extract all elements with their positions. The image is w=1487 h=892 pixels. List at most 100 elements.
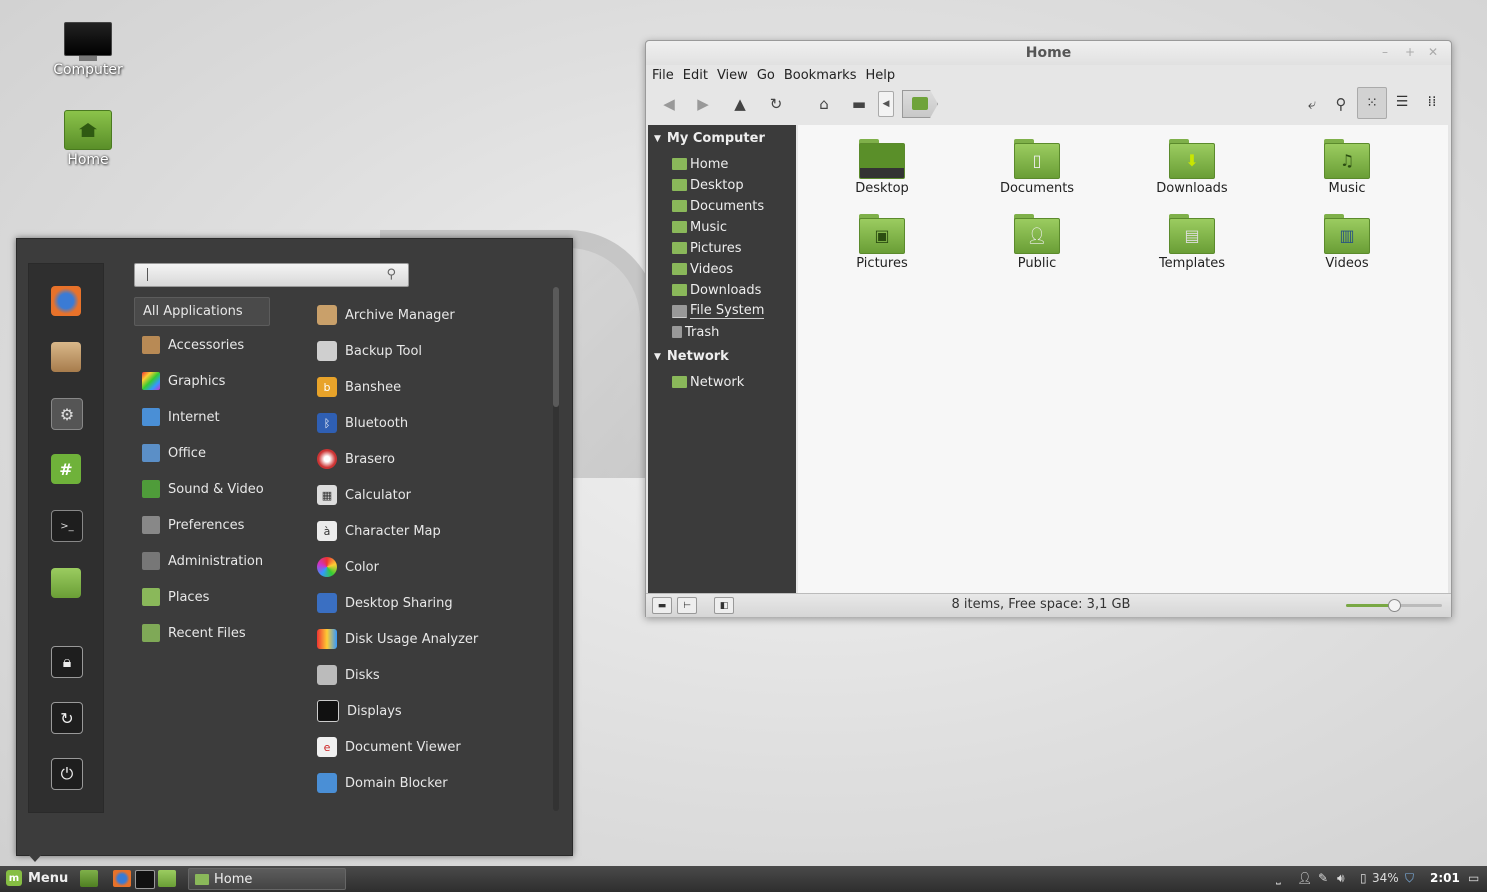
documents-folder-icon: ▯	[1014, 139, 1060, 179]
home-icon[interactable]: ⌂	[813, 94, 835, 114]
desktop-icon-home[interactable]: Home	[43, 110, 133, 168]
up-icon[interactable]: ▲	[729, 94, 751, 114]
app-bluetooth[interactable]: ᛒ Bluetooth	[317, 409, 408, 437]
menu-go[interactable]: Go	[757, 68, 781, 83]
folder-icon[interactable]	[51, 568, 81, 598]
network-icon[interactable]: ✎	[1318, 871, 1328, 885]
app-character-map[interactable]: à Character Map	[317, 517, 441, 545]
terminal-icon[interactable]: >_	[51, 510, 83, 542]
category-preferences[interactable]: Preferences	[134, 511, 268, 539]
file-item-downloads[interactable]: ⬇ Downloads	[1132, 139, 1252, 196]
volume-icon[interactable]: 🔊︎	[1337, 871, 1345, 886]
clock[interactable]: 2:01	[1430, 871, 1460, 885]
pictures-folder-icon: ▣	[859, 214, 905, 254]
sidebar-item-downloads[interactable]: Downloads	[672, 280, 761, 300]
app-banshee[interactable]: b Banshee	[317, 373, 401, 401]
icon-view-button[interactable]: ⁙	[1357, 87, 1387, 119]
firefox-launcher-icon[interactable]	[113, 870, 131, 887]
forward-icon[interactable]: ▶	[692, 94, 714, 114]
sidebar-item-desktop[interactable]: Desktop	[672, 175, 744, 195]
sidebar-item-documents[interactable]: Documents	[672, 196, 764, 216]
desktop-icon-computer[interactable]: Computer	[43, 22, 133, 78]
reload-icon[interactable]: ↻	[765, 94, 787, 114]
file-item-music[interactable]: ♫ Music	[1287, 139, 1407, 196]
file-item-templates[interactable]: ▤ Templates	[1132, 214, 1252, 271]
app-backup-tool[interactable]: Backup Tool	[317, 337, 422, 365]
battery-icon[interactable]: ▯	[1360, 871, 1367, 885]
apps-scrollbar[interactable]	[553, 287, 559, 811]
app-disks[interactable]: Disks	[317, 661, 380, 689]
category-recent-files[interactable]: Recent Files	[134, 619, 268, 647]
category-administration[interactable]: Administration	[134, 547, 268, 575]
app-archive-manager[interactable]: Archive Manager	[317, 301, 455, 329]
category-places[interactable]: Places	[134, 583, 268, 611]
public-folder-icon: 👤︎	[1014, 214, 1060, 254]
sidebar-item-home[interactable]: Home	[672, 154, 728, 174]
file-item-public[interactable]: 👤︎ Public	[977, 214, 1097, 271]
terminal-launcher-icon[interactable]	[135, 870, 155, 889]
file-item-documents[interactable]: ▯ Documents	[977, 139, 1097, 196]
zoom-slider[interactable]	[1346, 599, 1442, 612]
menu-file[interactable]: File	[652, 68, 680, 83]
taskbar-item-home[interactable]: Home	[188, 868, 346, 890]
close-button[interactable]: ✕	[1428, 45, 1438, 59]
category-internet[interactable]: Internet	[134, 403, 268, 431]
app-domain-blocker[interactable]: Domain Blocker	[317, 769, 448, 797]
show-desktop-tray-icon[interactable]: ⎵	[1276, 871, 1281, 886]
app-brasero[interactable]: Brasero	[317, 445, 395, 473]
sidebar-heading-my-computer[interactable]: ▼ My Computer	[654, 131, 765, 146]
menu-bookmarks[interactable]: Bookmarks	[784, 68, 863, 83]
file-item-videos[interactable]: ▥ Videos	[1287, 214, 1407, 271]
update-shield-icon[interactable]: ⛉	[1405, 871, 1414, 886]
sidebar-item-music[interactable]: Music	[672, 217, 727, 237]
compact-view-button[interactable]: ⁞⁞	[1418, 87, 1446, 117]
user-icon[interactable]: 👤︎	[1297, 871, 1312, 885]
app-calculator[interactable]: ▦ Calculator	[317, 481, 411, 509]
sidebar-item-file-system[interactable]: File System	[672, 301, 765, 321]
settings-icon[interactable]: ⚙	[51, 398, 83, 430]
list-view-button[interactable]: ☰	[1388, 87, 1416, 117]
location-toggle-icon[interactable]: ⤶	[1301, 94, 1323, 114]
files-launcher-icon[interactable]	[158, 870, 176, 887]
file-item-desktop[interactable]: Desktop	[822, 139, 942, 196]
app-document-viewer[interactable]: e Document Viewer	[317, 733, 461, 761]
category-sound-video[interactable]: Sound & Video	[134, 475, 268, 503]
power-icon[interactable]: ⏻	[51, 758, 83, 790]
minimize-button[interactable]: –	[1382, 45, 1388, 59]
lock-icon[interactable]: 🔒︎	[51, 646, 83, 678]
sidebar-item-pictures[interactable]: Pictures	[672, 238, 741, 258]
category-accessories[interactable]: Accessories	[134, 331, 268, 359]
breadcrumb-left-icon[interactable]: ◀	[878, 91, 894, 117]
menu-button[interactable]: m Menu	[6, 870, 68, 886]
app-displays[interactable]: Displays	[317, 697, 402, 725]
search-icon[interactable]: ⚲	[1330, 94, 1352, 114]
sidebar-item-network[interactable]: Network	[672, 372, 744, 392]
computer-icon[interactable]: ▬	[848, 94, 870, 114]
maximize-button[interactable]: +	[1405, 45, 1415, 59]
category-office[interactable]: Office	[134, 439, 268, 467]
file-item-pictures[interactable]: ▣ Pictures	[822, 214, 942, 271]
search-input[interactable]: ⚲	[134, 263, 409, 287]
category-all-applications[interactable]: All Applications	[134, 297, 270, 326]
menu-view[interactable]: View	[717, 68, 754, 83]
sound-video-icon	[142, 480, 160, 498]
logout-icon[interactable]: ↻	[51, 702, 83, 734]
banshee-icon: b	[317, 377, 337, 397]
menu-help[interactable]: Help	[865, 68, 901, 83]
menu-edit[interactable]: Edit	[683, 68, 714, 83]
displays-icon	[317, 700, 339, 722]
category-graphics[interactable]: Graphics	[134, 367, 268, 395]
mint-logo-icon: m	[6, 870, 22, 886]
sidebar-heading-network[interactable]: ▼ Network	[654, 349, 729, 364]
show-desktop-icon[interactable]	[80, 870, 98, 887]
back-icon[interactable]: ◀	[658, 94, 680, 114]
app-disk-usage-analyzer[interactable]: Disk Usage Analyzer	[317, 625, 478, 653]
app-color[interactable]: Color	[317, 553, 379, 581]
firefox-icon[interactable]	[51, 286, 81, 316]
hexchat-icon[interactable]: #	[51, 454, 81, 484]
app-desktop-sharing[interactable]: Desktop Sharing	[317, 589, 453, 617]
package-icon[interactable]	[51, 342, 81, 372]
sidebar-item-videos[interactable]: Videos	[672, 259, 733, 279]
sidebar-item-trash[interactable]: Trash	[672, 322, 719, 342]
workspace-icon[interactable]: ▭	[1468, 871, 1479, 885]
